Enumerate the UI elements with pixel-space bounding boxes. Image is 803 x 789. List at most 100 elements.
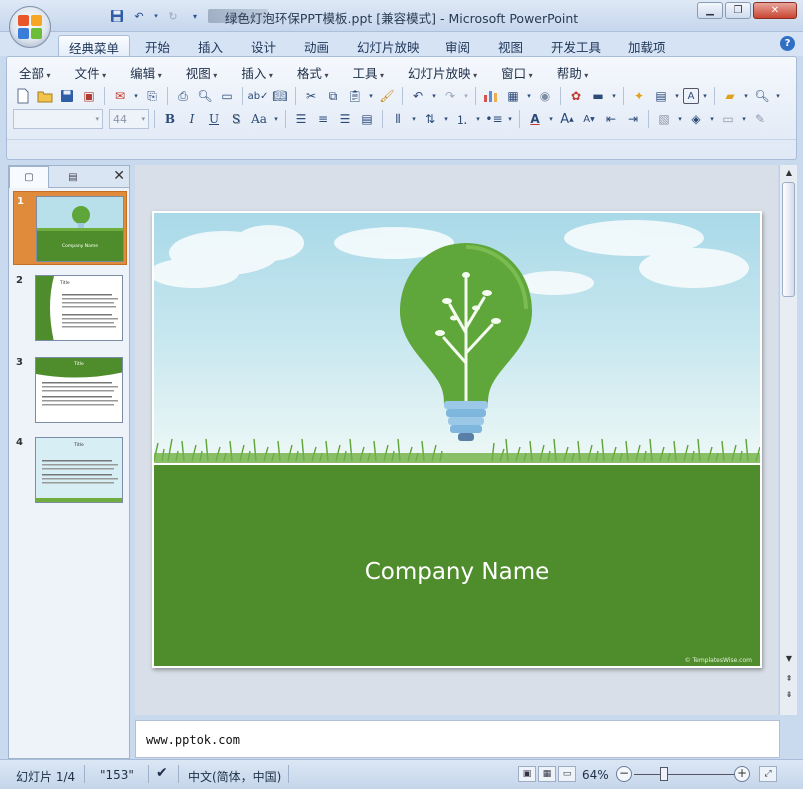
paste-icon[interactable]: 📋︎ (345, 86, 365, 106)
slide-thumbnail-4[interactable]: 4 Title (13, 433, 127, 507)
layout-dropdown-icon[interactable]: ▾ (673, 86, 681, 106)
increase-indent-icon[interactable]: ⇥ (623, 109, 643, 129)
align-right-icon[interactable]: ☰ (335, 109, 355, 129)
print-icon[interactable]: ⎙ (173, 86, 193, 106)
font-name-combo[interactable]: ▾ (13, 109, 103, 129)
vertical-scrollbar[interactable]: ▲ ▼ ⇞ ⇟ (779, 165, 797, 715)
shape-outline-dropdown-icon[interactable]: ▾ (740, 109, 748, 129)
find-dropdown-icon[interactable]: ▾ (774, 86, 782, 106)
italic-button[interactable]: I (182, 109, 202, 129)
close-button[interactable]: ✕ (753, 2, 797, 19)
insert-chart-icon[interactable] (481, 86, 501, 106)
justify-icon[interactable]: ▤ (357, 109, 377, 129)
font-color-dropdown-icon[interactable]: ▾ (547, 109, 555, 129)
menu-window[interactable]: 窗口 (495, 62, 539, 82)
undo-dropdown-icon[interactable]: ▾ (430, 86, 438, 106)
bullets-icon[interactable]: •≡ (484, 109, 504, 129)
copy-icon[interactable]: ⧉ (323, 86, 343, 106)
color-dropdown-icon[interactable]: ▾ (610, 86, 618, 106)
next-slide-icon[interactable]: ⇟ (780, 687, 798, 703)
format-painter-icon[interactable]: 🖌︎ (377, 86, 397, 106)
menu-file[interactable]: 文件 (69, 62, 113, 82)
columns-icon[interactable]: ⫴ (388, 109, 408, 129)
decrease-indent-icon[interactable]: ⇤ (601, 109, 621, 129)
text-direction-icon[interactable]: ⇅ (420, 109, 440, 129)
textbox-dropdown-icon[interactable]: ▾ (701, 86, 709, 106)
font-color-icon[interactable]: A (525, 109, 545, 129)
change-case-button[interactable]: Aa (248, 109, 270, 129)
numbering-dropdown-icon[interactable]: ▾ (474, 109, 482, 129)
slide-layout-icon[interactable]: ▤ (651, 86, 671, 106)
clipart-icon[interactable]: ◉ (535, 86, 555, 106)
tab-review[interactable]: 审阅 (435, 35, 480, 56)
scroll-up-icon[interactable]: ▲ (780, 165, 798, 181)
tab-outline[interactable]: ▤ (49, 166, 97, 188)
research-icon[interactable]: ⎘ (142, 86, 162, 106)
tab-view[interactable]: 视图 (488, 35, 533, 56)
shape-effects-icon[interactable]: ✎ (750, 109, 770, 129)
office-button[interactable] (9, 6, 51, 48)
align-center-icon[interactable]: ≡ (313, 109, 333, 129)
save-as-pdf-icon[interactable]: ✉ (110, 86, 130, 106)
shapes-dropdown-icon[interactable]: ▾ (742, 86, 750, 106)
underline-button[interactable]: U (204, 109, 224, 129)
menu-edit[interactable]: 编辑 (124, 62, 168, 82)
help-icon[interactable]: ? (780, 36, 795, 51)
slide-sorter-button[interactable]: ▦ (538, 766, 556, 782)
open-folder-icon[interactable] (35, 86, 55, 106)
menu-all[interactable]: 全部 (13, 62, 57, 82)
fit-to-window-button[interactable]: ⤢ (759, 766, 777, 782)
previous-slide-icon[interactable]: ⇞ (780, 671, 798, 687)
shadow-button[interactable]: S (226, 109, 246, 129)
dropdown-arrow-icon[interactable]: ▾ (132, 86, 140, 106)
zoom-slider-track[interactable] (634, 774, 736, 775)
language-indicator[interactable]: 中文(简体，中国) (188, 768, 281, 785)
tab-animation[interactable]: 动画 (294, 35, 339, 56)
insert-table-icon[interactable]: ▦ (503, 86, 523, 106)
normal-view-button[interactable]: ▣ (518, 766, 536, 782)
slideshow-view-button[interactable]: ▭ (558, 766, 576, 782)
zoom-level[interactable]: 64% (582, 768, 609, 782)
company-name-placeholder[interactable]: Company Name (154, 559, 760, 585)
grow-font-icon[interactable]: A ▲ (557, 109, 577, 129)
text-direction-dropdown-icon[interactable]: ▾ (442, 109, 450, 129)
slide-icon[interactable]: ▭ (217, 86, 237, 106)
permission-icon[interactable]: ▣ (79, 86, 99, 106)
smartart-icon[interactable]: ✿ (566, 86, 586, 106)
menu-view[interactable]: 视图 (180, 62, 224, 82)
tab-design[interactable]: 设计 (241, 35, 286, 56)
menu-format[interactable]: 格式 (291, 62, 335, 82)
bold-button[interactable]: B (160, 109, 180, 129)
zoom-in-button[interactable]: + (734, 766, 750, 782)
shape-fill-dropdown-icon[interactable]: ▾ (708, 109, 716, 129)
tab-slideshow[interactable]: 幻灯片放映 (347, 35, 430, 56)
menu-slideshow[interactable]: 幻灯片放映 (402, 62, 483, 82)
bullets-dropdown-icon[interactable]: ▾ (506, 109, 514, 129)
tab-home[interactable]: 开始 (135, 35, 180, 56)
menu-insert[interactable]: 插入 (235, 62, 279, 82)
new-slide-icon[interactable]: ✦ (629, 86, 649, 106)
columns-dropdown-icon[interactable]: ▾ (410, 109, 418, 129)
shape-outline-icon[interactable]: ▭ (718, 109, 738, 129)
print-preview-icon[interactable]: 🔍︎ (195, 86, 215, 106)
change-case-dropdown-icon[interactable]: ▾ (272, 109, 280, 129)
find-icon[interactable]: 🔍︎ (752, 86, 772, 106)
slide-thumbnail-1[interactable]: 1 Company Name (13, 191, 127, 265)
current-slide[interactable]: Company Name © TemplatesWise.com (152, 211, 762, 668)
close-icon[interactable]: ✕ (113, 168, 125, 184)
undo-icon[interactable]: ↶ (408, 86, 428, 106)
notes-pane[interactable]: www.pptok.com (135, 720, 780, 758)
tab-addins[interactable]: 加载项 (618, 35, 676, 56)
table-dropdown-icon[interactable]: ▾ (525, 86, 533, 106)
font-size-combo[interactable]: 44 ▾ (109, 109, 149, 129)
slide-thumbnail-3[interactable]: 3 Title (13, 353, 127, 427)
zoom-out-button[interactable]: − (616, 766, 632, 782)
tab-insert[interactable]: 插入 (188, 35, 233, 56)
redo-dropdown-icon[interactable]: ▾ (462, 86, 470, 106)
spell-check-icon[interactable]: ✔ (156, 765, 168, 781)
scroll-down-icon[interactable]: ▼ (780, 651, 798, 667)
menu-help[interactable]: 帮助 (551, 62, 595, 82)
save-icon[interactable] (57, 86, 77, 106)
slide-thumbnail-2[interactable]: 2 Title (13, 271, 127, 345)
shape-fill-icon[interactable]: ◈ (686, 109, 706, 129)
